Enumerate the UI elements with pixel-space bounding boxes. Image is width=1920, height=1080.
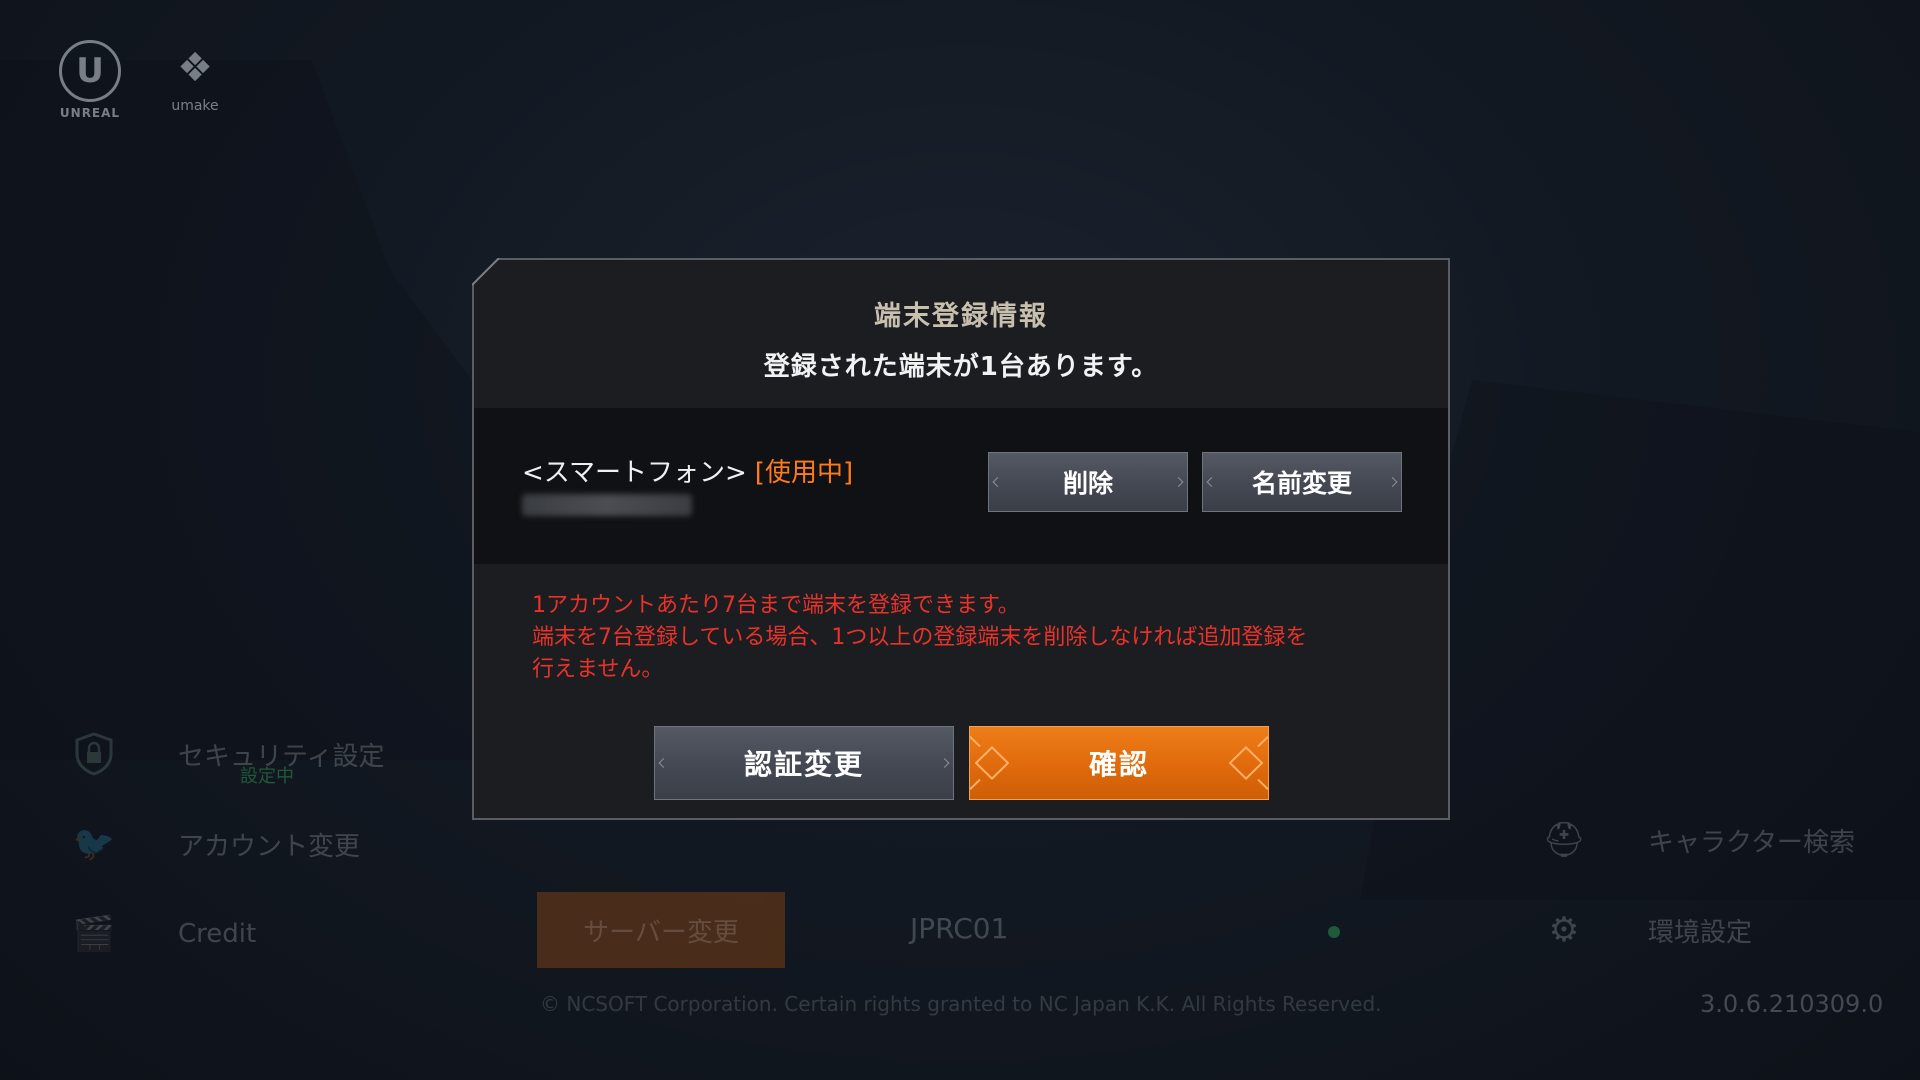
settings-button[interactable]: ⚙ 環境設定 — [1540, 910, 1752, 950]
server-name: JPRC01 — [910, 912, 1009, 945]
button-ornament-icon — [970, 736, 1010, 790]
side-item-security[interactable]: セキュリティ設定 — [70, 730, 384, 778]
device-status-badge: [使用中] — [754, 458, 854, 488]
side-item-account-change[interactable]: 🐦 アカウント変更 — [70, 820, 360, 868]
dialog-title: 端末登録情報 — [874, 301, 1048, 332]
shield-lock-icon — [70, 730, 118, 778]
side-item-account-change-label: アカウント変更 — [178, 831, 361, 862]
side-item-credit-label: Credit — [178, 919, 257, 949]
side-item-credit[interactable]: 🎬 Credit — [70, 910, 256, 958]
notice-line: 端末を7台登録している場合、1つ以上の登録端末を削除しなければ追加登録を — [532, 625, 1308, 650]
server-change-button[interactable]: サーバー変更 — [537, 892, 785, 968]
button-ornament-icon — [1228, 736, 1268, 790]
rename-device-button[interactable]: 名前変更 — [1202, 452, 1402, 512]
copyright-text: © NCSOFT Corporation. Certain rights gra… — [540, 992, 1382, 1016]
device-name: <スマートフォン> — [522, 458, 747, 488]
version-text: 3.0.6.210309.0 — [1700, 990, 1884, 1018]
confirm-button-label: 確認 — [1088, 748, 1149, 781]
twitter-bird-icon: 🐦 — [72, 824, 116, 864]
partner-logo-mark: ❖ — [177, 45, 213, 91]
helmet-icon: ⛑ — [1542, 820, 1586, 860]
notice-line: 1アカウントあたり7台まで端末を登録できます。 — [532, 593, 1020, 618]
device-name-row: <スマートフォン> [使用中] — [522, 452, 853, 489]
delete-device-button[interactable]: 削除 — [988, 452, 1188, 512]
clapperboard-icon: 🎬 — [72, 914, 116, 954]
unreal-engine-logo: U UNREAL — [52, 40, 128, 120]
unreal-logo-text: UNREAL — [59, 106, 121, 120]
gear-icon: ⚙ — [1548, 910, 1580, 950]
notice-line: 行えません。 — [532, 657, 664, 682]
device-id-blurred — [522, 494, 692, 516]
unreal-logo-mark: U — [59, 40, 121, 102]
confirm-button[interactable]: 確認 — [969, 726, 1269, 800]
registration-notice: 1アカウントあたり7台まで端末を登録できます。 端末を7台登録している場合、1つ… — [532, 590, 1412, 686]
device-registration-dialog: 端末登録情報 登録された端末が1台あります。 <スマートフォン> [使用中] 削除… — [472, 258, 1450, 820]
partner-logo: ❖ umake — [155, 40, 235, 114]
security-status-text: 設定中 — [240, 766, 294, 787]
settings-label: 環境設定 — [1648, 917, 1753, 948]
dialog-subtitle: 登録された端末が1台あります。 — [763, 352, 1159, 382]
device-entry: <スマートフォン> [使用中] 削除 名前変更 — [474, 408, 1448, 564]
server-status-dot — [1328, 926, 1340, 938]
character-search-button[interactable]: ⛑ キャラクター検索 — [1540, 820, 1855, 860]
character-search-label: キャラクター検索 — [1648, 827, 1855, 858]
change-auth-button[interactable]: 認証変更 — [654, 726, 954, 800]
partner-logo-text: umake — [171, 98, 219, 114]
